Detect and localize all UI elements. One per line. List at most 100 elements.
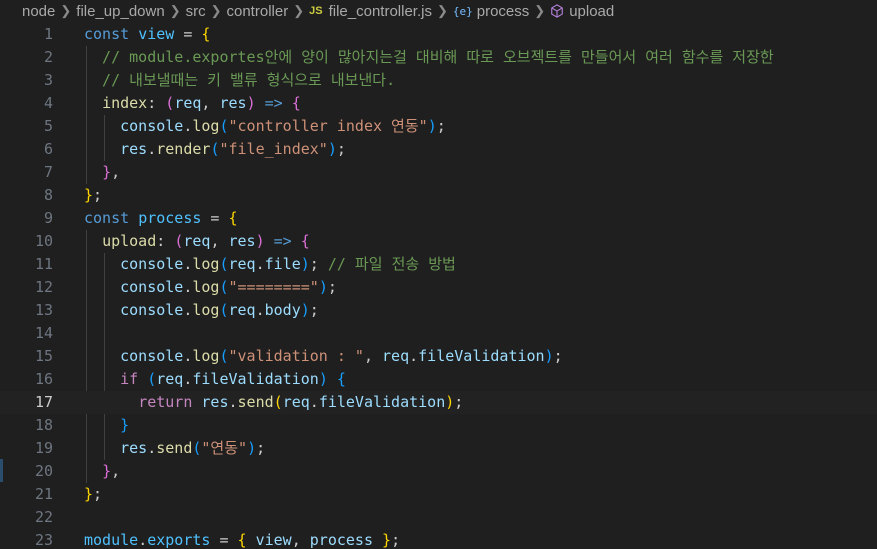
line-code: const view = {: [84, 23, 210, 46]
code-token: ): [246, 94, 256, 112]
code-token: res: [120, 439, 148, 457]
line-code: console.log("========");: [84, 276, 337, 299]
code-token: ,: [363, 347, 383, 365]
code-token: fileValidation: [418, 347, 545, 365]
code-token: ,: [210, 232, 229, 250]
line-number: 4: [43, 94, 53, 112]
code-line[interactable]: 6 res.render("file_index");: [0, 138, 877, 161]
breadcrumb-item-process[interactable]: process: [477, 3, 530, 20]
code-line[interactable]: 13 console.log(req.body);: [0, 299, 877, 322]
code-line[interactable]: 22: [0, 506, 877, 529]
line-number: 18: [34, 416, 53, 434]
code-editor[interactable]: 1 const view = {2 // module.exportes안에 양이…: [0, 22, 877, 549]
code-line[interactable]: 18 }: [0, 414, 877, 437]
line-number: 12: [34, 278, 53, 296]
code-line[interactable]: 12 console.log("========");: [0, 276, 877, 299]
code-line[interactable]: 11 console.log(req.file); // 파일 전송 방법: [0, 253, 877, 276]
breadcrumb-item-controller[interactable]: controller: [227, 3, 289, 20]
code-token: ): [427, 117, 437, 135]
code-token: req: [156, 370, 184, 388]
code-token: req: [228, 255, 256, 273]
code-token: ;: [436, 117, 446, 135]
line-code: res.send("연동");: [84, 437, 265, 460]
code-line[interactable]: 20 },: [0, 460, 877, 483]
code-token: upload: [102, 232, 157, 250]
code-token: ,: [111, 462, 121, 480]
code-token: }: [102, 163, 112, 181]
code-token: =>: [264, 94, 283, 112]
code-token: }: [102, 462, 112, 480]
code-token: return: [138, 393, 193, 411]
javascript-file-icon: JS: [309, 5, 323, 17]
code-token: const: [84, 209, 130, 227]
code-token: "controller index 연동": [228, 117, 428, 135]
line-code: console.log("controller index 연동");: [84, 115, 446, 138]
code-token: (: [273, 393, 283, 411]
code-token: send: [156, 439, 193, 457]
line-number: 17: [34, 393, 53, 411]
line-number: 19: [34, 439, 53, 457]
code-line[interactable]: 1 const view = {: [0, 23, 877, 46]
code-token: (: [219, 117, 229, 135]
code-token: ): [300, 301, 310, 319]
code-line[interactable]: 14: [0, 322, 877, 345]
code-line[interactable]: 4 index: (req, res) => {: [0, 92, 877, 115]
code-line[interactable]: 9 const process = {: [0, 207, 877, 230]
code-token: "========": [228, 278, 319, 296]
code-token: req: [282, 393, 310, 411]
code-line[interactable]: 5 console.log("controller index 연동");: [0, 115, 877, 138]
code-line[interactable]: 3 // 내보낼때는 키 밸류 형식으로 내보낸다.: [0, 69, 877, 92]
code-token: ,: [201, 94, 220, 112]
breadcrumb-item-upload[interactable]: upload: [569, 3, 614, 20]
code-line[interactable]: 8};: [0, 184, 877, 207]
breadcrumb-item-file-up-down[interactable]: file_up_down: [76, 3, 164, 20]
code-line[interactable]: 2 // module.exportes안에 양이 많아지는걸 대비해 따로 오…: [0, 46, 877, 69]
code-token: {: [336, 370, 346, 388]
code-token: .: [138, 531, 148, 549]
breadcrumb-item-src[interactable]: src: [186, 3, 206, 20]
code-token: .: [228, 393, 238, 411]
code-token: ;: [93, 485, 103, 503]
code-token: }: [84, 485, 94, 503]
method-cube-icon: [550, 4, 564, 18]
code-token: process: [309, 531, 373, 549]
line-number: 11: [34, 255, 53, 273]
code-line[interactable]: 10 upload: (req, res) => {: [0, 230, 877, 253]
code-line[interactable]: 21};: [0, 483, 877, 506]
code-token: body: [264, 301, 301, 319]
line-number: 7: [43, 163, 53, 181]
code-token: log: [192, 347, 220, 365]
code-token: ): [247, 439, 257, 457]
code-line[interactable]: 23 module.exports = { view, process };: [0, 529, 877, 549]
code-token: ): [300, 255, 310, 273]
code-token: ;: [309, 301, 319, 319]
line-code: // 내보낼때는 키 밸류 형식으로 내보낸다.: [84, 69, 395, 92]
breadcrumb-item-file[interactable]: file_controller.js: [329, 3, 432, 20]
line-code: upload: (req, res) => {: [84, 230, 310, 253]
code-line[interactable]: 7 },: [0, 161, 877, 184]
code-token: ;: [256, 439, 266, 457]
code-token: (: [219, 278, 229, 296]
breadcrumb-item-node[interactable]: node: [22, 3, 55, 20]
code-line[interactable]: 17 return res.send(req.fileValidation);: [0, 391, 877, 414]
code-token: .: [309, 393, 319, 411]
code-line[interactable]: 16 if (req.fileValidation) {: [0, 368, 877, 391]
variable-symbol-icon: {e}: [452, 4, 473, 18]
code-token: (: [219, 301, 229, 319]
code-line[interactable]: 15 console.log("validation : ", req.file…: [0, 345, 877, 368]
code-token: ,: [111, 163, 121, 181]
code-line[interactable]: 19 res.send("연동");: [0, 437, 877, 460]
code-token: ): [445, 393, 455, 411]
